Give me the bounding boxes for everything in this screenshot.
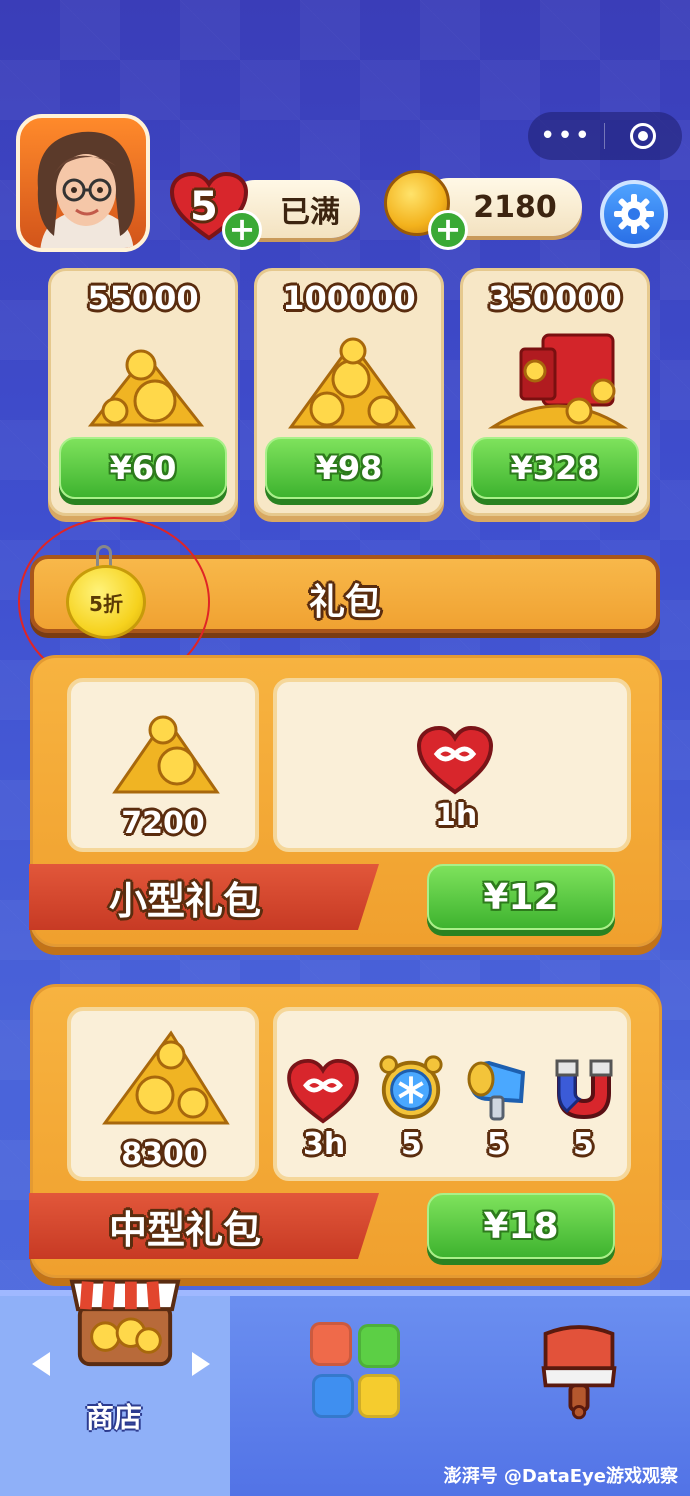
gear-icon [614,194,654,234]
pack-coins-amount: 7200 [121,806,205,841]
buy-medium-pack-button[interactable]: ¥18 [427,1193,615,1259]
small-gift-pack: 7200 1h 小型礼包 ¥12 [29,655,662,947]
treasure-vault-icon [487,333,629,429]
infinite-heart-icon [416,726,494,795]
coin-offer-price: ¥328 [510,449,600,487]
pack-item-label: 5 [487,1127,508,1162]
coin-offer-amount: 100000 [282,279,416,317]
mini-program-capsule: ••• [528,112,682,160]
pack-coins-box: 7200 [67,678,259,852]
coin-offer-price: ¥98 [315,449,383,487]
pack-item-label: 5 [401,1127,422,1162]
freeze-clock-icon [379,1055,443,1120]
block-blue-icon [312,1374,354,1418]
shop-stall-icon [69,1279,181,1367]
pack-price: ¥18 [483,1205,559,1247]
player-avatar[interactable] [16,114,150,252]
pack-name-ribbon: 中型礼包 [29,1193,379,1259]
settings-button[interactable] [600,180,668,248]
add-coins-button[interactable]: + [428,210,468,250]
block-green-icon [358,1324,400,1368]
coin-offer-amount: 55000 [87,279,199,317]
buy-coins-button-3[interactable]: ¥328 [471,437,639,499]
buy-coins-button-1[interactable]: ¥60 [59,437,227,499]
lives-count: 5 [190,184,218,230]
nav-prev-arrow-icon[interactable] [32,1352,50,1376]
watermark: 澎湃号 @DataEye游戏观察 [443,1466,678,1487]
coin-offer-card-3: 350000 ¥328 [460,268,650,516]
coin-balance-value: 2180 [473,189,557,225]
pack-item-label: 3h [303,1127,346,1162]
pack-items-box: 1h [273,678,631,852]
pack-name-ribbon: 小型礼包 [29,864,379,930]
nav-tab-play[interactable] [310,1322,402,1420]
avatar-portrait-icon [37,131,135,248]
pack-coins-box: 8300 [67,1007,259,1181]
nav-tab-shop-label: 商店 [86,1401,143,1434]
magnet-icon [555,1059,613,1120]
hammer-icon [467,1060,526,1121]
infinite-heart-icon [287,1059,359,1124]
pack-items-box: 3h 5 5 5 [273,1007,631,1181]
pack-item-label: 1h [435,798,478,833]
close-mini-program-button[interactable] [605,123,681,149]
nav-tab-decorate[interactable] [536,1324,622,1420]
coin-pile-medium-icon [288,337,416,429]
coin-pile-icon [112,715,220,794]
buy-coins-button-2[interactable]: ¥98 [265,437,433,499]
coin-offer-card-1: 55000 ¥60 [48,268,238,516]
more-menu-button[interactable]: ••• [528,121,604,151]
add-lives-button[interactable]: + [222,210,262,250]
coin-offer-amount: 350000 [488,279,622,317]
coin-pile-small-icon [87,349,205,427]
buy-small-pack-button[interactable]: ¥12 [427,864,615,930]
medium-gift-pack: 8300 3h 5 5 5 中型礼包 ¥18 [29,984,662,1278]
coin-offer-card-2: 100000 ¥98 [254,268,444,516]
pack-coins-amount: 8300 [121,1137,205,1172]
block-red-icon [310,1322,352,1366]
pack-name: 中型礼包 [109,1207,262,1252]
pack-item-label: 5 [573,1127,594,1162]
pack-price: ¥12 [483,876,559,918]
coin-pile-icon [102,1030,230,1125]
block-yellow-icon [358,1374,400,1418]
nav-next-arrow-icon[interactable] [192,1352,210,1376]
coin-offer-price: ¥60 [109,449,177,487]
pack-name: 小型礼包 [109,878,262,923]
lives-status: 已满 [280,195,340,230]
target-icon [630,123,656,149]
